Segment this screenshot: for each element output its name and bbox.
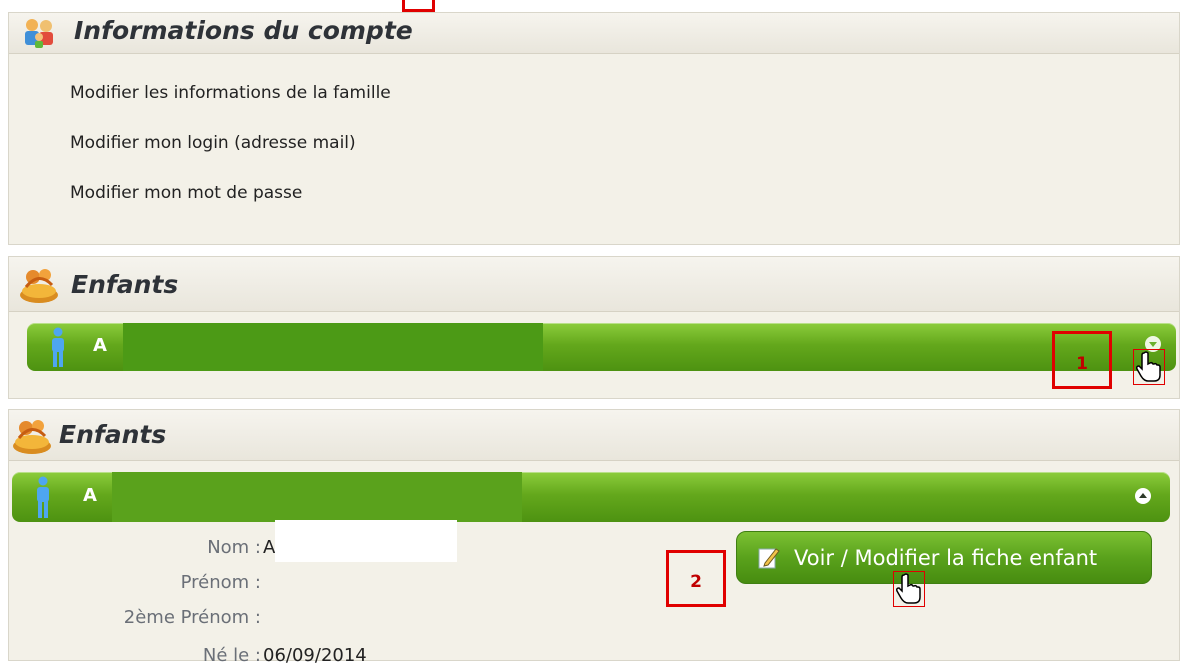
child-row-expanded[interactable]: A (12, 472, 1170, 522)
ne-le-label: Né le : (202, 645, 261, 666)
prenom-label: Prénom : (180, 572, 261, 593)
nom-label: Nom : (207, 537, 261, 558)
redacted-name-block (112, 472, 522, 522)
children-icon (18, 265, 60, 305)
children-panel-collapsed: Enfants A 1 (8, 256, 1180, 399)
edit-pencil-icon (758, 546, 780, 570)
children-panel-expanded-header: Enfants (9, 410, 1179, 461)
hand-cursor-icon (895, 573, 923, 605)
child-name: A (83, 485, 97, 506)
account-panel-header: Informations du compte (9, 13, 1179, 54)
step1-label: 1 (1076, 354, 1088, 374)
account-panel-title: Informations du compte (74, 16, 413, 45)
edit-login-link[interactable]: Modifier mon login (adresse mail) (70, 133, 356, 153)
children-icon (11, 416, 53, 456)
child-figure-icon (34, 476, 52, 518)
step2-label: 2 (690, 572, 702, 592)
child-row-collapsed[interactable]: A (27, 323, 1176, 371)
redacted-nom (275, 520, 457, 562)
redacted-name-block (123, 323, 543, 371)
edit-password-link[interactable]: Modifier mon mot de passe (70, 183, 302, 203)
child-figure-icon (49, 327, 67, 367)
hand-cursor-icon (1135, 351, 1163, 383)
children-panel-header: Enfants (9, 257, 1179, 312)
view-edit-child-button[interactable]: Voir / Modifier la fiche enfant (736, 531, 1152, 584)
top-annotation-box (402, 0, 435, 12)
children-expanded-title: Enfants (59, 420, 167, 449)
ne-le-value: 06/09/2014 (263, 645, 367, 666)
account-panel: Informations du compte Modifier les info… (8, 12, 1180, 245)
collapse-icon[interactable] (1134, 487, 1152, 505)
view-edit-child-label: Voir / Modifier la fiche enfant (794, 545, 1098, 570)
child-name: A (93, 335, 107, 356)
nom-value: A (263, 537, 276, 558)
family-icon (21, 17, 57, 49)
children-panel-title: Enfants (71, 270, 179, 299)
edit-family-info-link[interactable]: Modifier les informations de la famille (70, 83, 391, 103)
prenom2-label: 2ème Prénom : (123, 607, 261, 628)
